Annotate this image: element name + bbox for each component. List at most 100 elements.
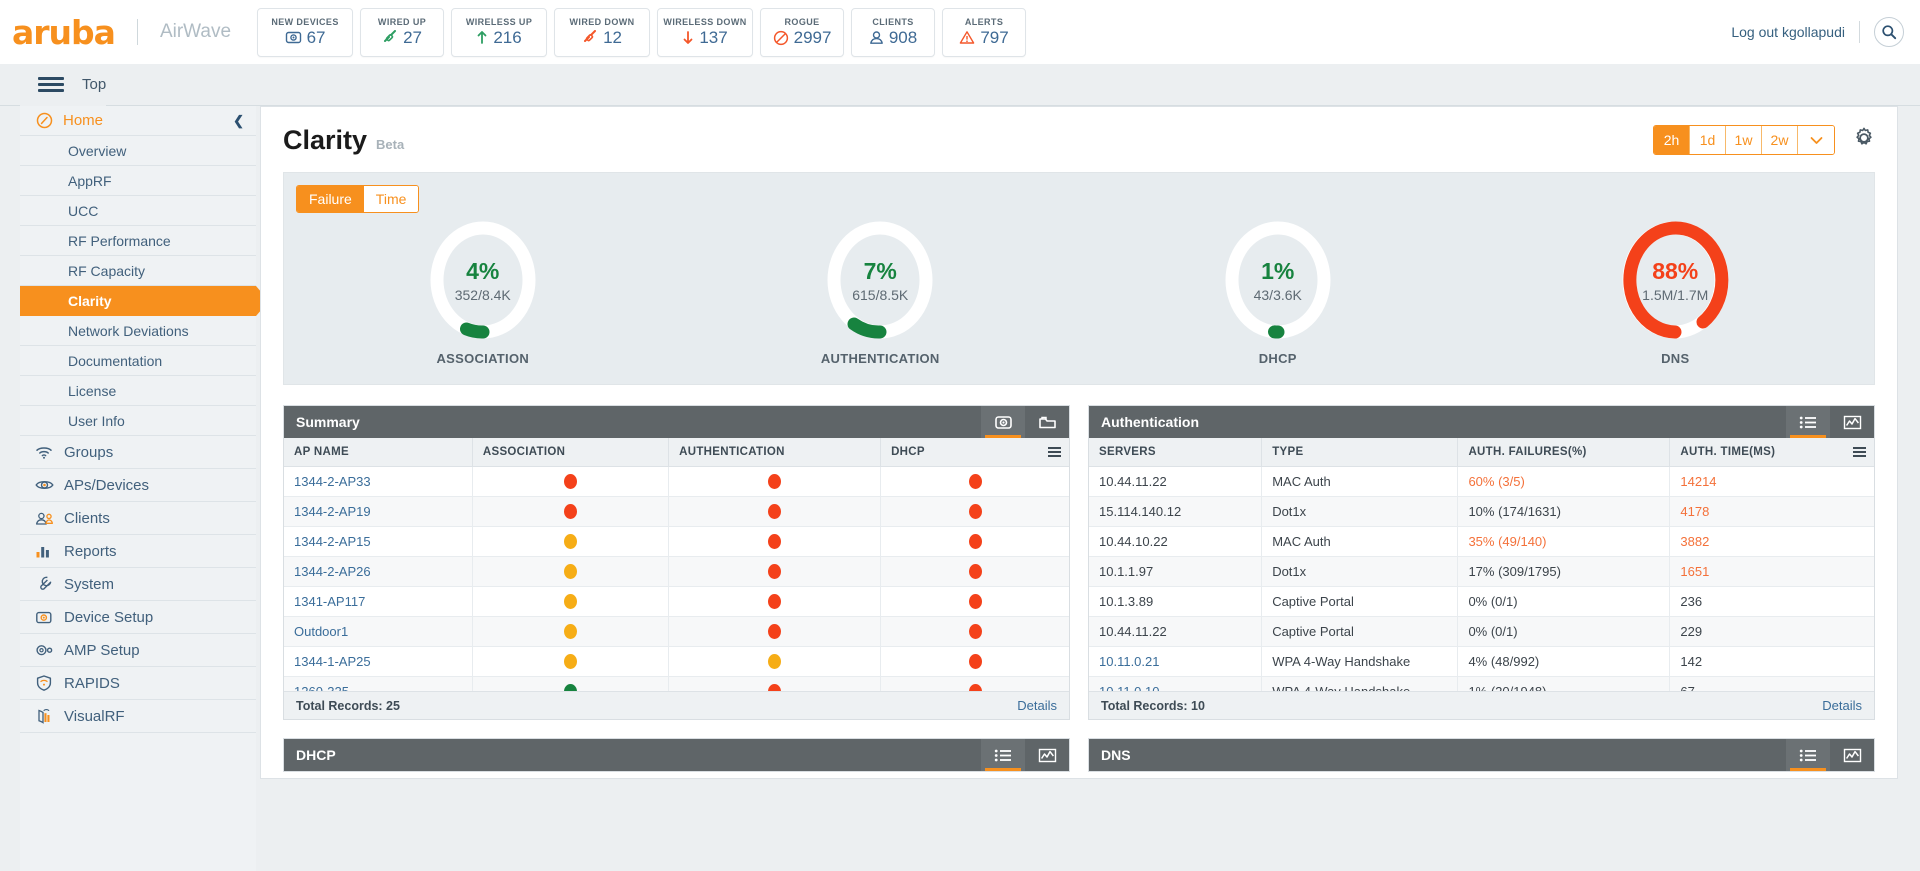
time-range-2w[interactable]: 2w bbox=[1762, 126, 1798, 154]
column-auth-time[interactable]: AUTH. TIME(MS) bbox=[1669, 438, 1874, 467]
gauge-dns[interactable]: 88% 1.5M/1.7M DNS bbox=[1477, 221, 1875, 366]
column-dhcp[interactable]: DHCP bbox=[880, 438, 1069, 467]
search-icon[interactable] bbox=[1874, 17, 1904, 47]
sidebar-item-documentation[interactable]: Documentation bbox=[20, 346, 256, 376]
stat-card-wireless-down[interactable]: WIRELESS DOWN 137 bbox=[657, 7, 754, 57]
toggle-time[interactable]: Time bbox=[363, 186, 419, 212]
column-servers[interactable]: SERVERS bbox=[1089, 438, 1263, 467]
details-link[interactable]: Details bbox=[1822, 698, 1862, 713]
time-cell: 67 bbox=[1669, 676, 1874, 691]
list-menu-icon[interactable] bbox=[1048, 447, 1061, 457]
top-bar: aruba AirWave NEW DEVICES 67 WIRED UP 27 bbox=[0, 0, 1920, 64]
sidebar-item-license[interactable]: License bbox=[20, 376, 256, 406]
list-menu-icon[interactable] bbox=[1853, 447, 1866, 457]
server-cell[interactable]: 10.11.0.21 bbox=[1089, 646, 1263, 677]
gauge-association[interactable]: 4% 352/8.4K ASSOCIATION bbox=[284, 221, 682, 366]
details-link[interactable]: Details bbox=[1017, 698, 1057, 713]
sidebar-item-home[interactable]: Home ❮ bbox=[20, 106, 256, 136]
time-range-controls: 2h 1d 1w 2w bbox=[1653, 125, 1875, 155]
chart-icon[interactable] bbox=[1830, 739, 1874, 771]
column-association[interactable]: ASSOCIATION bbox=[472, 438, 670, 467]
sidebar-item-user-info[interactable]: User Info bbox=[20, 406, 256, 436]
list-icon[interactable] bbox=[1786, 739, 1830, 771]
gauge-label: AUTHENTICATION bbox=[820, 351, 940, 366]
sidebar-item-clients[interactable]: Clients bbox=[20, 502, 256, 535]
server-cell[interactable]: 10.11.0.10 bbox=[1089, 676, 1263, 691]
folder-icon[interactable] bbox=[1025, 406, 1069, 438]
chevron-left-icon[interactable]: ❮ bbox=[233, 113, 244, 129]
stat-card-alerts[interactable]: ALERTS 797 bbox=[942, 7, 1027, 57]
sidebar-item-network-deviations[interactable]: Network Deviations bbox=[20, 316, 256, 346]
type-cell: Captive Portal bbox=[1261, 616, 1459, 647]
time-range-1d[interactable]: 1d bbox=[1690, 126, 1726, 154]
type-cell: Dot1x bbox=[1261, 556, 1459, 587]
type-cell: WPA 4-Way Handshake bbox=[1261, 676, 1459, 691]
status-dot-red bbox=[768, 564, 782, 579]
column-type[interactable]: TYPE bbox=[1261, 438, 1459, 467]
column-auth-failures[interactable]: AUTH. FAILURES(%) bbox=[1457, 438, 1671, 467]
sidebar-item-reports[interactable]: Reports bbox=[20, 535, 256, 568]
sidebar-item-visualrf[interactable]: VisualRF bbox=[20, 700, 256, 733]
ap-name-cell[interactable]: 1344-2-AP33 bbox=[284, 466, 473, 497]
time-cell: 14214 bbox=[1669, 466, 1874, 497]
authentication-status bbox=[668, 556, 882, 587]
list-icon[interactable] bbox=[981, 739, 1025, 771]
stat-card-rogue[interactable]: ROGUE 2997 bbox=[760, 7, 845, 57]
sidebar-item-apprf[interactable]: AppRF bbox=[20, 166, 256, 196]
stat-card-wired-up[interactable]: WIRED UP 27 bbox=[360, 7, 445, 57]
chevron-down-icon[interactable] bbox=[1798, 126, 1834, 154]
stat-card-clients[interactable]: CLIENTS 908 bbox=[851, 7, 936, 57]
ap-name-cell[interactable]: 1344-2-AP26 bbox=[284, 556, 473, 587]
chart-icon[interactable] bbox=[1025, 739, 1069, 771]
column-ap-name[interactable]: AP NAME bbox=[284, 438, 473, 467]
logout-link[interactable]: Log out kgollapudi bbox=[1731, 24, 1845, 40]
gauge-dhcp[interactable]: 1% 43/3.6K DHCP bbox=[1079, 221, 1477, 366]
authentication-status bbox=[668, 526, 882, 557]
stat-card-new-devices[interactable]: NEW DEVICES 67 bbox=[257, 7, 354, 57]
sidebar-item-ucc[interactable]: UCC bbox=[20, 196, 256, 226]
ap-name-cell[interactable]: 1344-2-AP15 bbox=[284, 526, 473, 557]
status-dot-amber bbox=[768, 654, 782, 669]
product-name: AirWave bbox=[159, 21, 232, 42]
gear-icon bbox=[34, 643, 54, 658]
list-icon[interactable] bbox=[1786, 406, 1830, 438]
gauge-authentication[interactable]: 7% 615/8.5K AUTHENTICATION bbox=[682, 221, 1080, 366]
column-authentication[interactable]: AUTHENTICATION bbox=[668, 438, 882, 467]
failures-cell: 4% (48/992) bbox=[1457, 646, 1671, 677]
stat-card-wired-down[interactable]: WIRED DOWN 12 bbox=[554, 7, 651, 57]
gear-icon[interactable] bbox=[1853, 127, 1875, 154]
time-range-selector: 2h 1d 1w 2w bbox=[1653, 125, 1835, 155]
sidebar-item-rf-performance[interactable]: RF Performance bbox=[20, 226, 256, 256]
sidebar-item-clarity[interactable]: Clarity bbox=[20, 286, 269, 316]
dhcp-card-header: DHCP bbox=[284, 739, 1069, 771]
column-label: AUTH. TIME(MS) bbox=[1680, 446, 1776, 458]
sidebar-item-rapids[interactable]: RAPIDS bbox=[20, 667, 256, 700]
sidebar-item-aps-devices[interactable]: APs/Devices bbox=[20, 469, 256, 502]
toggle-failure[interactable]: Failure bbox=[297, 186, 364, 212]
sidebar-item-groups[interactable]: Groups bbox=[20, 436, 256, 469]
ap-name-cell[interactable]: 1344-1-AP25 bbox=[284, 646, 473, 677]
stat-label: ROGUE bbox=[784, 16, 820, 27]
stat-card-wireless-up[interactable]: WIRELESS UP 216 bbox=[451, 7, 548, 57]
chart-icon[interactable] bbox=[1830, 406, 1874, 438]
sidebar-item-label: RAPIDS bbox=[64, 674, 120, 692]
server-cell: 10.44.11.22 bbox=[1089, 616, 1263, 647]
sidebar-item-rf-capacity[interactable]: RF Capacity bbox=[20, 256, 256, 286]
time-range-2h[interactable]: 2h bbox=[1654, 126, 1690, 154]
sidebar-item-amp-setup[interactable]: AMP Setup bbox=[20, 634, 256, 667]
time-range-1w[interactable]: 1w bbox=[1726, 126, 1762, 154]
ap-name-cell[interactable]: 1344-2-AP19 bbox=[284, 496, 473, 527]
type-cell: Dot1x bbox=[1261, 496, 1459, 527]
association-status bbox=[472, 526, 670, 557]
ap-name-cell[interactable]: Outdoor1 bbox=[284, 616, 473, 647]
time-cell: 236 bbox=[1669, 586, 1874, 617]
device-icon[interactable] bbox=[981, 406, 1025, 438]
ap-name-cell[interactable]: 1260-325 bbox=[284, 676, 473, 691]
status-dot-red bbox=[564, 474, 578, 489]
ap-name-cell[interactable]: 1341-AP117 bbox=[284, 586, 473, 617]
failure-time-toggle: Failure Time bbox=[296, 185, 420, 213]
sidebar-item-overview[interactable]: Overview bbox=[20, 136, 256, 166]
hamburger-icon[interactable] bbox=[38, 77, 64, 92]
sidebar-item-system[interactable]: System bbox=[20, 568, 256, 601]
sidebar-item-device-setup[interactable]: Device Setup bbox=[20, 601, 256, 634]
